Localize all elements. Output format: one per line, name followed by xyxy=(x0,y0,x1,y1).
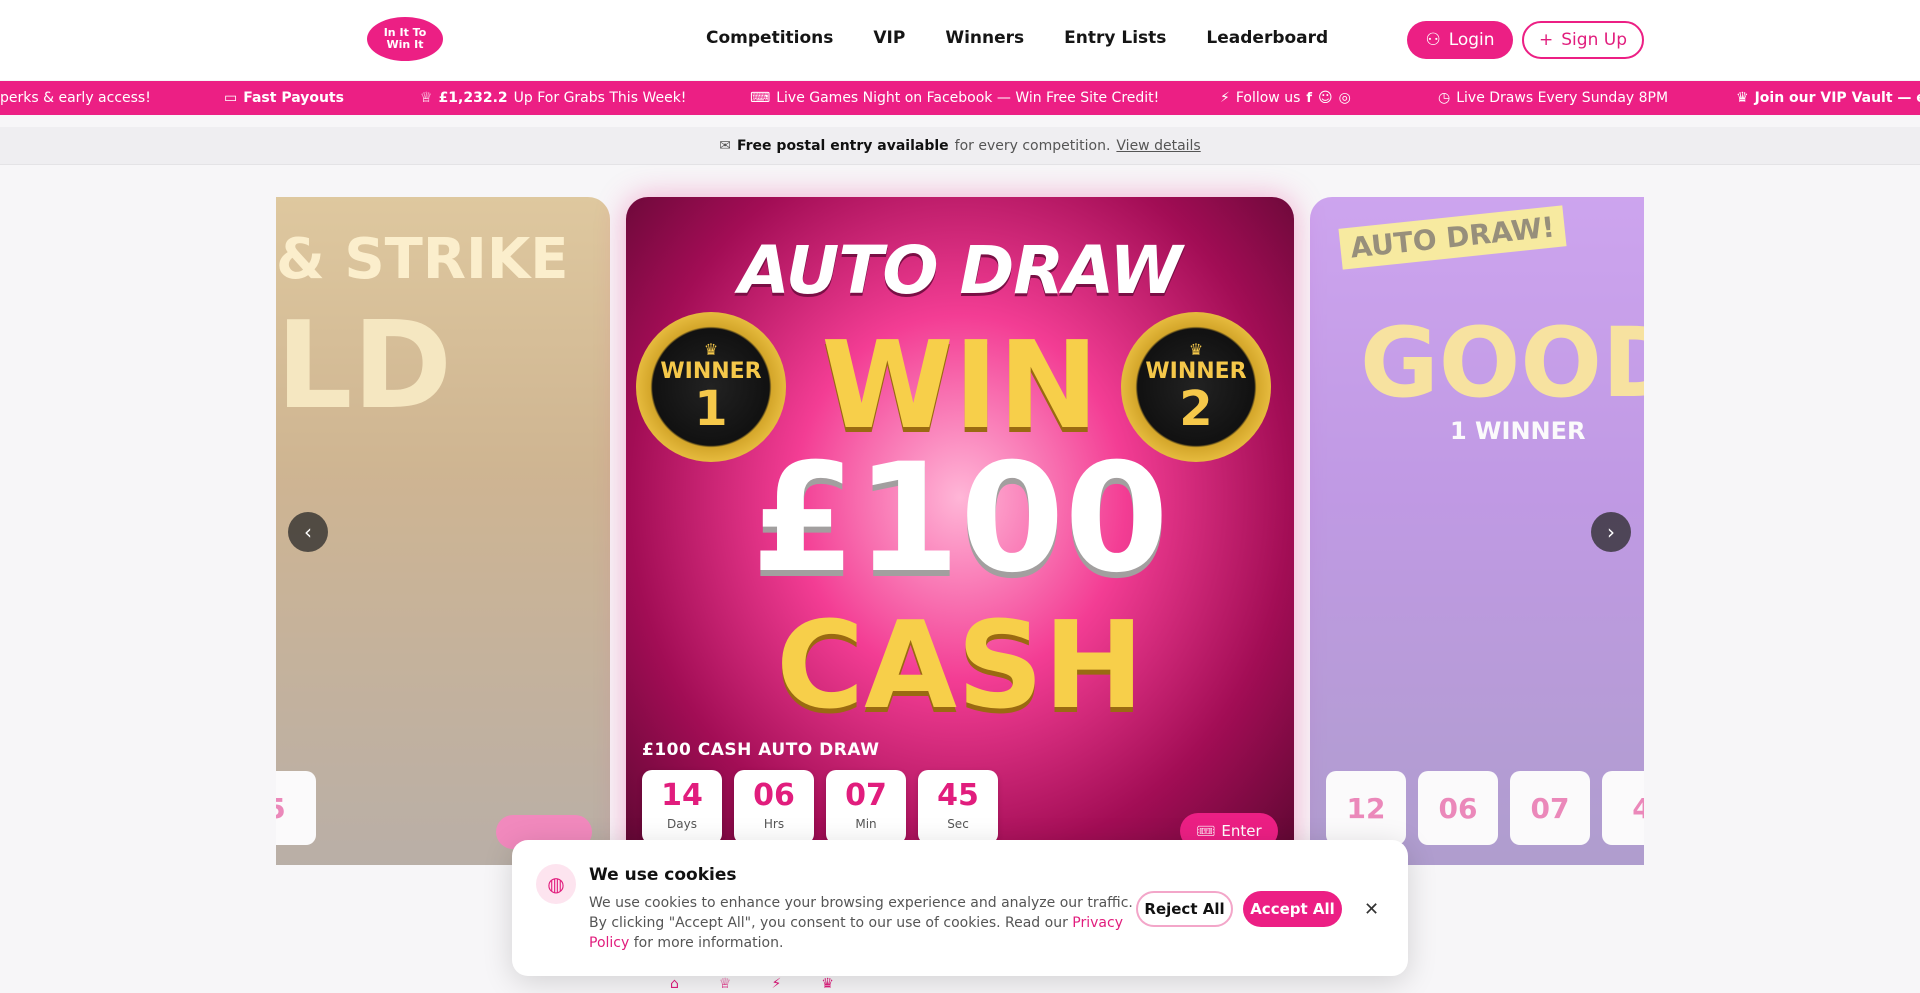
left-slide-headline: & STRIKE xyxy=(276,227,569,292)
crown-icon[interactable]: ♛ xyxy=(821,976,834,993)
announcement-ticker: perks & early access! ▭ Fast Payouts ♕ £… xyxy=(0,81,1920,115)
right-slide-countdown: 4 xyxy=(1602,771,1644,845)
ticker-item: ⚡ Follow us f ☺ ◎ xyxy=(1220,90,1351,106)
right-slide-countdown: 12 xyxy=(1326,771,1406,845)
ticker-item: ♛ Join our VIP Vault — exc xyxy=(1736,90,1920,106)
winner-1-badge: ♛ WINNER 1 xyxy=(636,312,786,462)
people-icon[interactable]: ☺ xyxy=(1318,90,1333,106)
signup-label: Sign Up xyxy=(1561,30,1627,50)
right-slide-headline: GOODI xyxy=(1360,307,1644,419)
ticket-icon: 🎟 xyxy=(1196,822,1216,840)
nav-competitions[interactable]: Competitions xyxy=(706,28,833,48)
lightning-icon: ⚡ xyxy=(1220,90,1230,106)
ticker-item: ⌨ Live Games Night on Facebook — Win Fre… xyxy=(750,90,1160,106)
lightning-icon[interactable]: ⚡ xyxy=(771,976,781,993)
svg-text:Win It: Win It xyxy=(387,38,424,51)
carousel-next-button[interactable]: › xyxy=(1591,512,1631,552)
left-slide-countdown: 5 xyxy=(276,771,316,845)
login-button[interactable]: ⚇ Login xyxy=(1407,21,1513,59)
nav-vip[interactable]: VIP xyxy=(873,28,905,48)
brand-logo[interactable]: In It To Win It xyxy=(364,14,446,64)
countdown-days: 14 Days xyxy=(642,770,722,844)
accept-all-button[interactable]: Accept All xyxy=(1243,891,1342,927)
ticker-item: ▭ Fast Payouts xyxy=(224,90,344,106)
login-label: Login xyxy=(1448,30,1495,50)
nav-leaderboard[interactable]: Leaderboard xyxy=(1206,28,1328,48)
instagram-icon[interactable]: ◎ xyxy=(1339,90,1351,106)
crown-icon: ♛ xyxy=(1188,340,1204,359)
countdown-minutes: 07 Min xyxy=(826,770,906,844)
nav-entry-lists[interactable]: Entry Lists xyxy=(1064,28,1166,48)
ticker-item: perks & early access! xyxy=(0,90,151,106)
chevron-left-icon: ‹ xyxy=(304,520,312,544)
countdown-seconds: 45 Sec xyxy=(918,770,998,844)
trophy-icon[interactable]: ♕ xyxy=(719,976,732,993)
clock-icon: ◷ xyxy=(1438,90,1451,106)
reject-all-button[interactable]: Reject All xyxy=(1136,891,1233,927)
cookie-text: We use cookies to enhance your browsing … xyxy=(589,895,1133,951)
ticker-item: ♕ £1,232.2 Up For Grabs This Week! xyxy=(420,90,687,106)
left-slide-headline2: LD xyxy=(276,297,453,436)
view-details-link[interactable]: View details xyxy=(1116,138,1200,154)
winner-2-badge: ♛ WINNER 2 xyxy=(1121,312,1271,462)
trophy-icon: ♕ xyxy=(420,90,433,106)
user-icon: ⚇ xyxy=(1425,30,1441,50)
chevron-right-icon: › xyxy=(1607,520,1615,544)
cookie-icon: ◍ xyxy=(536,864,576,904)
main-nav: Competitions VIP Winners Entry Lists Lea… xyxy=(706,28,1328,48)
postal-entry-bar: ✉ Free postal entry available for every … xyxy=(0,127,1920,165)
signup-button[interactable]: + Sign Up xyxy=(1522,21,1644,59)
countdown-hours: 06 Hrs xyxy=(734,770,814,844)
nav-winners[interactable]: Winners xyxy=(945,28,1024,48)
right-slide-countdown: 06 xyxy=(1418,771,1498,845)
competition-title: £100 CASH AUTO DRAW xyxy=(642,740,880,760)
postal-bold: Free postal entry available xyxy=(736,137,949,154)
cookie-banner: ◍ We use cookies We use cookies to enhan… xyxy=(512,840,1408,976)
countdown-timer: 14 Days 06 Hrs 07 Min 45 Sec xyxy=(642,770,998,844)
right-slide-countdown: 07 xyxy=(1510,771,1590,845)
gamepad-icon: ⌨ xyxy=(750,90,771,106)
right-slide-sub: 1 WINNER xyxy=(1450,417,1586,445)
category-strip: ⌂ ♕ ⚡ ♛ xyxy=(670,976,1240,993)
carousel-prev-button[interactable]: ‹ xyxy=(288,512,328,552)
close-icon[interactable]: ✕ xyxy=(1364,899,1379,920)
site-header: In It To Win It Competitions VIP Winners… xyxy=(0,0,1920,80)
mail-icon: ✉ xyxy=(719,137,731,154)
cookie-title: We use cookies xyxy=(589,865,737,885)
right-slide-tag: AUTO DRAW! xyxy=(1338,205,1567,270)
postal-text: for every competition. xyxy=(954,137,1111,154)
slide-line-cash: CASH xyxy=(776,597,1144,736)
facebook-icon[interactable]: f xyxy=(1306,91,1312,106)
ticker-item: ◷ Live Draws Every Sunday 8PM xyxy=(1438,90,1669,106)
crown-icon: ♛ xyxy=(1736,90,1749,106)
plus-icon: + xyxy=(1539,30,1554,50)
card-icon: ▭ xyxy=(224,90,238,106)
gift-icon[interactable]: ⌂ xyxy=(670,976,679,993)
carousel-slide-center[interactable]: AUTO DRAW WIN £100 CASH ♛ WINNER 1 ♛ WIN… xyxy=(626,197,1294,865)
crown-icon: ♛ xyxy=(703,340,719,359)
slide-line-auto-draw: AUTO DRAW xyxy=(738,232,1183,309)
